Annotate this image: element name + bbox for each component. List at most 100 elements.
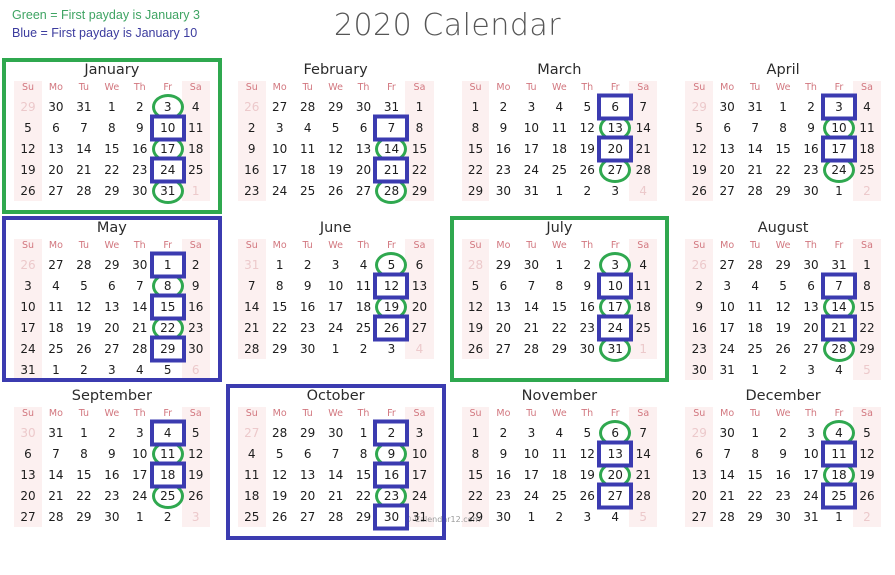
day-cell[interactable]: 5 <box>685 117 714 138</box>
day-cell[interactable]: 18 <box>852 138 881 159</box>
day-cell[interactable]: 19 <box>70 317 98 338</box>
day-cell[interactable]: 22 <box>70 485 98 506</box>
day-cell-highlighted[interactable]: 24 <box>822 156 855 183</box>
day-cell-highlighted[interactable]: 29 <box>149 335 186 362</box>
day-cell[interactable]: 28 <box>517 338 545 359</box>
day-cell[interactable]: 10 <box>713 296 741 317</box>
day-cell[interactable]: 28 <box>741 254 769 275</box>
day-cell[interactable]: 6 <box>14 443 42 464</box>
day-cell[interactable]: 4 <box>350 254 378 275</box>
day-cell[interactable]: 29 <box>350 506 378 527</box>
day-cell[interactable]: 23 <box>126 159 154 180</box>
day-cell[interactable]: 24 <box>322 317 350 338</box>
day-cell[interactable]: 4 <box>126 359 154 380</box>
day-cell[interactable]: 27 <box>405 317 434 338</box>
day-cell[interactable]: 1 <box>545 254 573 275</box>
day-cell[interactable]: 5 <box>852 359 881 380</box>
day-cell[interactable]: 27 <box>713 180 741 201</box>
day-cell[interactable]: 27 <box>294 506 322 527</box>
day-cell[interactable]: 1 <box>405 96 434 117</box>
day-cell[interactable]: 30 <box>489 506 517 527</box>
day-cell[interactable]: 6 <box>350 117 378 138</box>
day-cell[interactable]: 17 <box>405 464 434 485</box>
day-cell[interactable]: 20 <box>713 159 741 180</box>
day-cell[interactable]: 2 <box>852 506 881 527</box>
day-cell[interactable]: 19 <box>769 317 797 338</box>
day-cell[interactable]: 2 <box>769 422 797 443</box>
day-cell[interactable]: 9 <box>126 117 154 138</box>
day-cell[interactable]: 14 <box>741 138 769 159</box>
day-cell[interactable]: 27 <box>237 422 266 443</box>
day-cell[interactable]: 29 <box>405 180 434 201</box>
day-cell[interactable]: 20 <box>98 317 126 338</box>
day-cell[interactable]: 29 <box>685 96 714 117</box>
day-cell[interactable]: 2 <box>489 96 517 117</box>
day-cell[interactable]: 20 <box>797 317 825 338</box>
day-cell[interactable]: 9 <box>685 296 714 317</box>
day-cell[interactable]: 19 <box>573 138 601 159</box>
day-cell[interactable]: 14 <box>70 138 98 159</box>
day-cell[interactable]: 31 <box>237 254 266 275</box>
day-cell-highlighted[interactable]: 18 <box>822 461 855 488</box>
day-cell-highlighted[interactable]: 11 <box>820 440 857 467</box>
day-cell[interactable]: 29 <box>294 422 322 443</box>
day-cell[interactable]: 9 <box>489 443 517 464</box>
day-cell[interactable]: 3 <box>98 359 126 380</box>
day-cell[interactable]: 8 <box>769 117 797 138</box>
day-cell[interactable]: 24 <box>266 180 294 201</box>
day-cell[interactable]: 1 <box>322 338 350 359</box>
day-cell-highlighted[interactable]: 28 <box>375 177 408 204</box>
day-cell[interactable]: 3 <box>266 117 294 138</box>
day-cell[interactable]: 17 <box>266 159 294 180</box>
day-cell[interactable]: 25 <box>294 180 322 201</box>
day-cell[interactable]: 2 <box>154 506 182 527</box>
day-cell[interactable]: 22 <box>405 159 434 180</box>
day-cell[interactable]: 5 <box>769 275 797 296</box>
day-cell[interactable]: 15 <box>545 296 573 317</box>
day-cell[interactable]: 28 <box>126 338 154 359</box>
day-cell[interactable]: 26 <box>573 159 601 180</box>
day-cell[interactable]: 28 <box>70 180 98 201</box>
day-cell[interactable]: 30 <box>42 96 70 117</box>
day-cell[interactable]: 2 <box>294 254 322 275</box>
day-cell[interactable]: 18 <box>741 317 769 338</box>
day-cell[interactable]: 15 <box>350 464 378 485</box>
day-cell[interactable]: 2 <box>797 96 825 117</box>
day-cell[interactable]: 3 <box>126 422 154 443</box>
day-cell[interactable]: 30 <box>126 180 154 201</box>
day-cell[interactable]: 14 <box>713 464 741 485</box>
day-cell[interactable]: 5 <box>154 359 182 380</box>
day-cell[interactable]: 30 <box>322 422 350 443</box>
day-cell[interactable]: 1 <box>741 422 769 443</box>
day-cell[interactable]: 13 <box>713 138 741 159</box>
day-cell-highlighted[interactable]: 19 <box>375 293 408 320</box>
day-cell[interactable]: 14 <box>42 464 70 485</box>
day-cell[interactable]: 1 <box>350 422 378 443</box>
month-february[interactable]: February Su Mo Tu We Th Fr Sa 26 27 28 29 30 31 1 2 3 4 5 6… <box>224 58 448 216</box>
day-cell[interactable]: 2 <box>769 359 797 380</box>
day-cell[interactable]: 13 <box>489 296 517 317</box>
day-cell[interactable]: 21 <box>42 485 70 506</box>
day-cell[interactable]: 3 <box>797 359 825 380</box>
day-cell[interactable]: 5 <box>70 275 98 296</box>
day-cell[interactable]: 18 <box>545 464 573 485</box>
day-cell[interactable]: 30 <box>517 254 545 275</box>
day-cell[interactable]: 30 <box>573 338 601 359</box>
day-cell[interactable]: 3 <box>14 275 42 296</box>
day-cell[interactable]: 13 <box>797 296 825 317</box>
day-cell[interactable]: 30 <box>769 506 797 527</box>
month-august[interactable]: August Su Mo Tu We Th Fr Sa 26 27 28 29 30 31 1 2 3 4 5 6 7 8… <box>671 216 895 384</box>
day-cell[interactable]: 19 <box>181 464 210 485</box>
day-cell[interactable]: 19 <box>685 159 714 180</box>
day-cell[interactable]: 8 <box>461 117 490 138</box>
day-cell-highlighted[interactable]: 1 <box>149 251 186 278</box>
day-cell[interactable]: 1 <box>126 506 154 527</box>
day-cell[interactable]: 31 <box>825 254 853 275</box>
day-cell[interactable]: 7 <box>713 443 741 464</box>
day-cell[interactable]: 4 <box>545 422 573 443</box>
day-cell[interactable]: 11 <box>294 138 322 159</box>
day-cell[interactable]: 17 <box>517 138 545 159</box>
day-cell[interactable]: 30 <box>294 338 322 359</box>
day-cell[interactable]: 16 <box>237 159 266 180</box>
day-cell-highlighted[interactable]: 10 <box>597 272 634 299</box>
